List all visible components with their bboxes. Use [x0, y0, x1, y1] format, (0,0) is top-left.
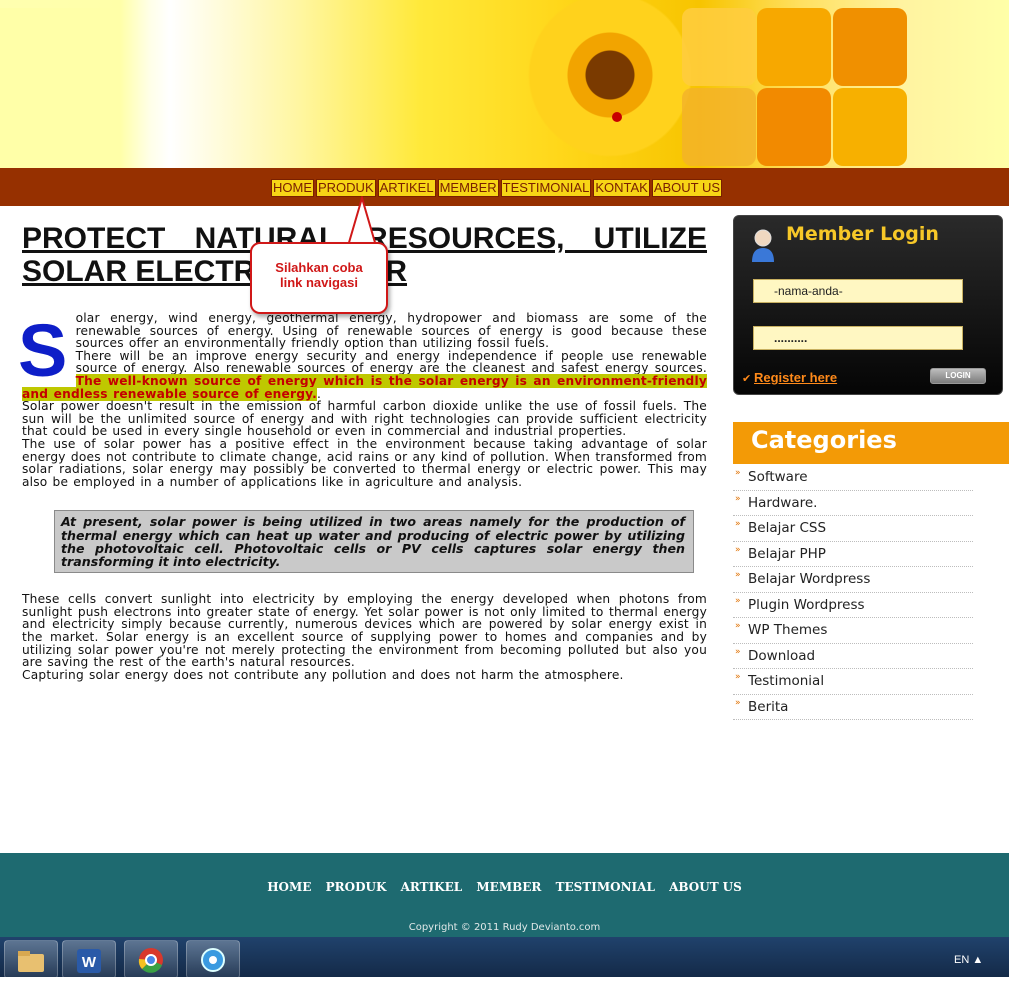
paragraph-text: Capturing solar energy does not contribu… [22, 667, 624, 682]
tooltip-line: link navigasi [279, 275, 359, 290]
bullet-icon: » [735, 621, 741, 631]
paragraph-text: These cells convert sunlight into electr… [22, 592, 707, 670]
footer-link-home[interactable]: HOME [267, 880, 311, 894]
category-item[interactable]: » Berita [733, 695, 973, 720]
paragraph-text: The use of solar power has a positive ef… [22, 436, 707, 489]
username-field[interactable]: -nama-anda- [753, 279, 963, 303]
category-item[interactable]: » Download [733, 644, 973, 669]
bullet-icon: » [735, 519, 741, 529]
register-link[interactable]: Register here [754, 370, 837, 385]
footer-link-testimonial[interactable]: TESTIMONIAL [556, 880, 655, 894]
footer-link-about[interactable]: ABOUT [669, 880, 719, 894]
chrome-icon [138, 948, 163, 973]
svg-text:W: W [82, 954, 97, 971]
footer-link-produk[interactable]: PRODUK [326, 880, 387, 894]
categories-header: Categories [733, 422, 1009, 464]
paragraph-text: Solar power doesn't result in the emissi… [22, 399, 707, 439]
tooltip-line: Silahkan coba [275, 260, 363, 275]
categories-title: Categories [751, 426, 897, 454]
bullet-icon: » [735, 468, 741, 478]
user-icon [752, 229, 774, 262]
tooltip-pointer [346, 196, 378, 248]
bullet-icon: » [735, 646, 741, 657]
bullet-icon: » [735, 544, 741, 555]
bullet-icon: » [735, 697, 741, 708]
article-paragraph-2: Solar power doesn't result in the emissi… [22, 400, 707, 488]
article-paragraph-3: These cells convert sunlight into electr… [22, 593, 707, 681]
categories-list: » Software » Hardware. » Belajar CSS » Belaj… [733, 465, 973, 720]
nav-testimonial[interactable]: TESTIMONIAL [500, 179, 592, 197]
language-indicator[interactable]: EN ▲ [954, 954, 983, 966]
taskbar-app-button[interactable] [186, 940, 240, 979]
footer-navigation: HOME PRODUK ARTIKEL MEMBER TESTIMONIAL A… [0, 880, 1009, 894]
category-item[interactable]: » Belajar Wordpress [733, 567, 973, 593]
category-item[interactable]: » Hardware. [733, 491, 973, 516]
tray-up-arrow-icon[interactable]: ▲ [972, 954, 983, 966]
sunflower-image [500, 0, 700, 160]
nav-home[interactable]: HOME [271, 179, 314, 197]
bullet-icon: » [735, 493, 741, 504]
media-icon [201, 948, 225, 972]
paragraph-text: olar energy, wind energy, geothermal ene… [75, 311, 707, 351]
footer-link-artikel[interactable]: ARTIKEL [401, 880, 463, 894]
nav-about-us[interactable]: ABOUT US [651, 179, 723, 197]
main-navigation: HOME PRODUK ARTIKEL MEMBER TESTIMONIAL K… [271, 179, 723, 197]
taskbar-chrome-button[interactable] [124, 940, 178, 979]
category-item[interactable]: » Belajar PHP [733, 542, 973, 567]
footer-link-us[interactable]: US [723, 880, 742, 894]
password-field[interactable]: .......... [753, 326, 963, 350]
quote-box: At present, solar power is being utilize… [54, 510, 694, 574]
member-login-panel: Member Login -nama-anda- .......... ✔ Re… [733, 215, 1003, 395]
dropcap-letter: S [18, 309, 68, 392]
category-item[interactable]: » Belajar CSS [733, 516, 973, 542]
folder-icon [18, 951, 44, 972]
bullet-icon: » [735, 595, 741, 606]
category-item[interactable]: » Testimonial [733, 669, 973, 695]
article-paragraph-1: S olar energy, wind energy, geothermal e… [18, 309, 707, 401]
nav-member[interactable]: MEMBER [437, 179, 499, 197]
login-button[interactable]: LOGIN [930, 368, 986, 384]
paragraph-text: There will be an improve energy security… [75, 348, 707, 376]
header-banner [0, 0, 1009, 168]
nav-kontak[interactable]: KONTAK [593, 179, 650, 197]
nav-produk[interactable]: PRODUK [316, 179, 376, 197]
category-item[interactable]: » WP Themes [733, 618, 973, 644]
footer-link-member[interactable]: MEMBER [476, 880, 541, 894]
word-icon: W [77, 949, 101, 973]
category-item[interactable]: » Plugin Wordpress [733, 593, 973, 618]
checkmark-icon: ✔ [742, 372, 752, 385]
login-title: Member Login [786, 223, 939, 245]
copyright-text: Copyright © 2011 Rudy Devianto.com [408, 922, 601, 933]
taskbar-word-button[interactable]: W [62, 940, 116, 979]
navigation-tooltip: Silahkan coba link navigasi [250, 242, 388, 314]
ladybug-image [612, 112, 622, 122]
nav-artikel[interactable]: ARTIKEL [377, 179, 436, 197]
taskbar-explorer-button[interactable] [4, 940, 58, 979]
category-item[interactable]: » Software [733, 465, 973, 491]
bullet-icon: » [735, 672, 741, 682]
highlighted-text: The well-known source of energy which is… [22, 373, 707, 401]
bullet-icon: » [735, 570, 741, 580]
